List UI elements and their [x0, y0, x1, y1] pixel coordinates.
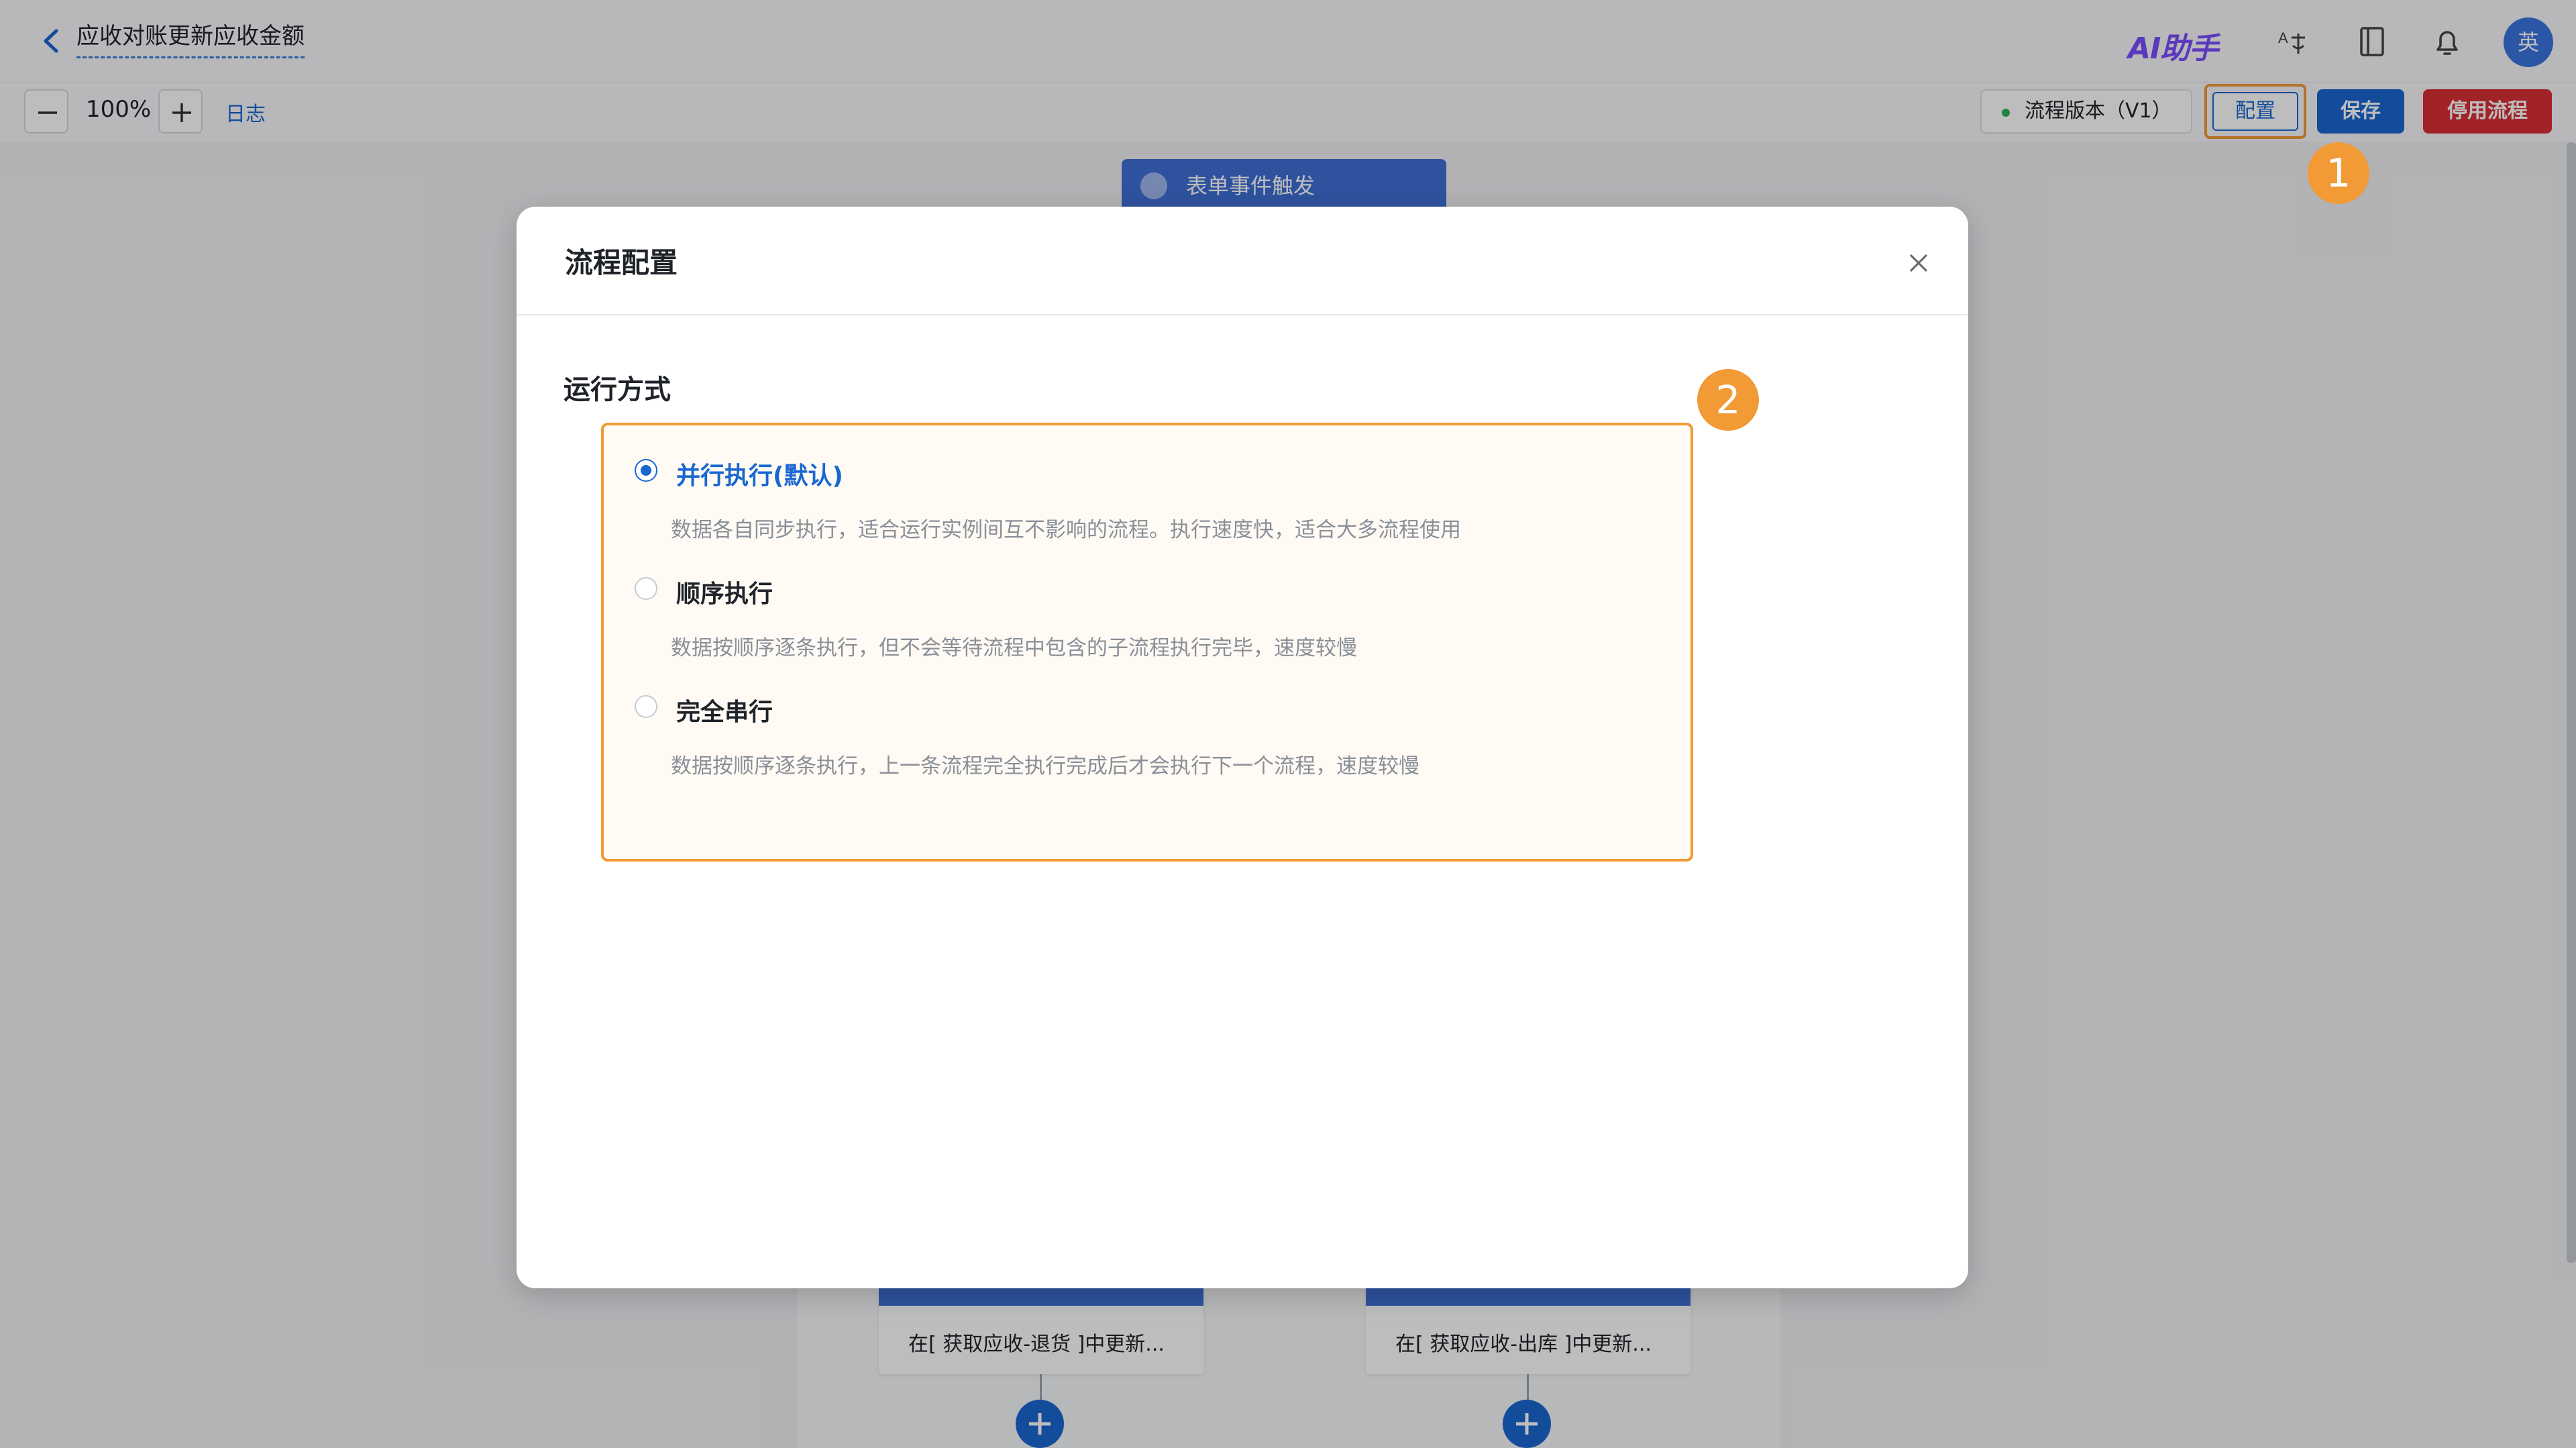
- radio-parallel[interactable]: [635, 459, 657, 482]
- run-mode-label: 运行方式: [564, 374, 671, 405]
- close-icon[interactable]: [1907, 251, 1931, 275]
- radio-serial[interactable]: [635, 695, 657, 718]
- step-callout-2: 2: [1697, 369, 1759, 431]
- option-title: 顺序执行: [676, 580, 773, 608]
- option-title: 完全串行: [676, 699, 773, 726]
- option-title: 并行执行(默认): [676, 462, 843, 490]
- radio-sequential[interactable]: [635, 577, 657, 600]
- option-desc: 数据各自同步执行，适合运行实例间互不影响的流程。执行速度快，适合大多流程使用: [671, 518, 1461, 542]
- flow-config-dialog: 流程配置 运行方式 并行执行(默认) 数据各自同步执行，适合运行实例间互不影响的…: [517, 207, 1968, 1288]
- run-mode-options: 并行执行(默认) 数据各自同步执行，适合运行实例间互不影响的流程。执行速度快，适…: [601, 423, 1693, 862]
- option-desc: 数据按顺序逐条执行，上一条流程完全执行完成后才会执行下一个流程，速度较慢: [671, 754, 1419, 778]
- step-callout-1: 1: [2308, 142, 2369, 204]
- dialog-title: 流程配置: [565, 246, 678, 279]
- dialog-header: 流程配置: [517, 207, 1968, 315]
- option-desc: 数据按顺序逐条执行，但不会等待流程中包含的子流程执行完毕，速度较慢: [671, 636, 1357, 660]
